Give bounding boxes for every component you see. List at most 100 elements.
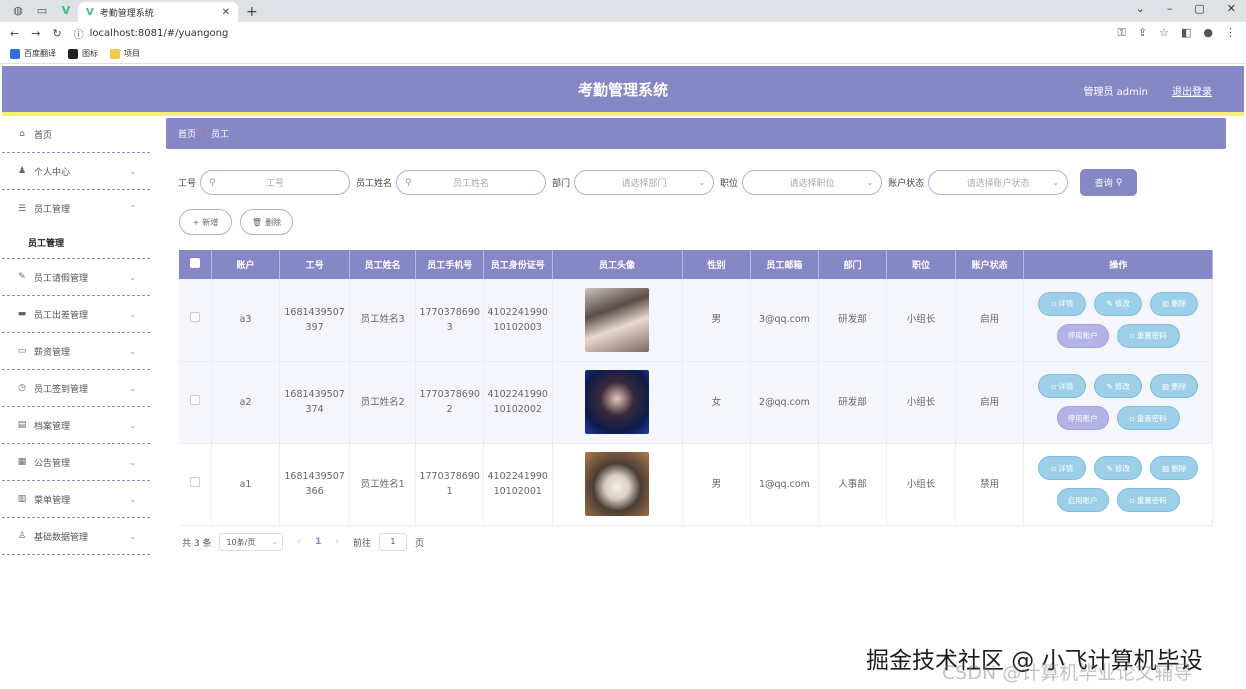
id-cell: 1681439507 374: [279, 361, 350, 444]
idcard-cell: 4102241990 10102001: [483, 443, 553, 526]
page-size-select[interactable]: 10条/页 ⌄: [219, 533, 284, 551]
minimize-button[interactable]: –: [1167, 2, 1173, 15]
sidebar-subitem-employee-manage[interactable]: 员工管理: [2, 227, 150, 259]
toggle-account-button[interactable]: 启用账户: [1056, 488, 1109, 512]
bookmark-project[interactable]: 项目: [110, 48, 140, 59]
leave-icon: ✎: [18, 272, 26, 282]
chevron-down-icon: ⌄: [866, 178, 874, 187]
current-page[interactable]: 1: [315, 537, 321, 547]
globe-icon[interactable]: ◍: [10, 3, 26, 19]
bookmarks-bar: 百度翻译 图标 项目: [0, 44, 1246, 64]
share-icon[interactable]: ⇪: [1138, 26, 1147, 40]
edit-button[interactable]: ✎ 修改: [1094, 456, 1143, 480]
chevron-down-icon: ⌄: [129, 420, 136, 430]
close-tab-icon[interactable]: ✕: [222, 7, 230, 18]
forward-icon[interactable]: →: [31, 27, 40, 40]
person-icon: ♙: [17, 531, 27, 541]
phone-cell: 1770378690 1: [415, 443, 484, 526]
delete-button[interactable]: ▥ 删除: [1150, 291, 1199, 316]
close-window-button[interactable]: ✕: [1227, 2, 1236, 15]
sidebar-item-home[interactable]: ⌂ 首页: [2, 116, 150, 153]
select-all-cell[interactable]: [179, 250, 212, 279]
sidebar-item-salary[interactable]: ▭ 薪资管理 ⌄: [2, 333, 150, 370]
app-header: 考勤管理系统 管理员 admin 退出登录: [2, 66, 1244, 112]
column-header: 账户状态: [955, 250, 1025, 279]
sidebar-item-trip[interactable]: ▬ 员工出差管理 ⌄: [2, 296, 150, 333]
detail-button[interactable]: ▫ 详情: [1038, 374, 1087, 398]
query-button[interactable]: 查询 ⚲: [1080, 169, 1138, 196]
dept-select[interactable]: 请选择部门 ⌄: [574, 170, 715, 195]
sidepanel-icon[interactable]: ◧: [1181, 26, 1191, 40]
vue-icon[interactable]: V: [58, 3, 74, 19]
sidebar-item-basic[interactable]: ♙ 基础数据管理 ⌄: [2, 518, 150, 555]
sidebar-item-leave[interactable]: ✎ 员工请假管理 ⌄: [2, 259, 150, 296]
tab-blank[interactable]: ▭: [34, 3, 50, 19]
delete-button[interactable]: ▥ 删除: [1150, 374, 1199, 398]
edit-button[interactable]: ✎ 修改: [1094, 291, 1143, 316]
prev-page-icon[interactable]: ‹: [297, 537, 301, 547]
search-bar: 工号 ⚲ 工号 员工姓名 ⚲ 员工姓名 部门 请选择部门 ⌄ 职位 请选择职位 ⌄ 账户…: [178, 169, 1138, 196]
sidebar-item-profile[interactable]: ♟ 个人中心 ⌄: [2, 153, 150, 190]
home-icon: ⌂: [19, 129, 25, 139]
status-select[interactable]: 请选择账户状态 ⌄: [928, 170, 1069, 195]
sidebar-item-archive[interactable]: ▤ 档案管理 ⌄: [2, 407, 150, 444]
row-checkbox[interactable]: [189, 394, 200, 405]
sidebar: ⌂ 首页 ♟ 个人中心 ⌄ ☰ 员工管理 ⌃ 员工管理 ✎ 员工请假管理 ⌄ ▬ 员工出差管理 ⌄…: [2, 116, 150, 689]
toggle-account-button[interactable]: 停用账户: [1056, 323, 1109, 348]
toggle-account-button[interactable]: 停用账户: [1056, 406, 1109, 430]
chevron-up-icon: ⌃: [129, 204, 136, 213]
delete-button[interactable]: ▥ 删除: [1150, 456, 1199, 480]
reset-icon: ▫: [1129, 331, 1135, 341]
breadcrumb-home[interactable]: 首页: [178, 127, 196, 140]
profile-icon[interactable]: ●: [1203, 26, 1213, 40]
star-icon[interactable]: ☆: [1159, 26, 1169, 40]
id-label: 工号: [178, 179, 197, 189]
reset-password-button[interactable]: ▫ 重置密码: [1116, 406, 1180, 430]
maximize-button[interactable]: ▢: [1194, 2, 1204, 15]
bookmark-icons[interactable]: 图标: [68, 48, 98, 59]
chevron-down-icon: ⌄: [698, 178, 706, 187]
goto-page-input[interactable]: 1: [378, 533, 407, 551]
folder-icon: [110, 48, 120, 59]
more-icon[interactable]: ⋮: [1225, 26, 1236, 40]
sidebar-item-employees[interactable]: ☰ 员工管理 ⌃: [2, 190, 150, 227]
row-checkbox[interactable]: [189, 476, 200, 487]
browser-tab-active[interactable]: V 考勤管理系统 ✕: [78, 2, 238, 22]
avatar[interactable]: [585, 287, 650, 352]
detail-icon: ▫: [1051, 299, 1057, 309]
ops-cell: ▫ 详情 ✎ 修改 ▥ 删除 停用账户 ▫ 重置密码: [1023, 279, 1213, 362]
batch-delete-button[interactable]: 🗑 删除: [240, 209, 293, 235]
position-cell: 小组长: [886, 361, 956, 444]
notice-icon: ▦: [17, 457, 27, 467]
avatar[interactable]: [585, 452, 650, 516]
next-page-icon[interactable]: ›: [335, 537, 339, 547]
name-search-input[interactable]: ⚲ 员工姓名: [396, 170, 547, 195]
edit-button[interactable]: ✎ 修改: [1094, 374, 1143, 398]
position-label: 职位: [720, 179, 739, 189]
chevron-down-icon: ⌄: [129, 531, 136, 541]
new-tab-button[interactable]: +: [246, 4, 258, 20]
logout-link[interactable]: 退出登录: [1172, 83, 1212, 98]
info-icon[interactable]: ⓘ: [74, 26, 84, 41]
detail-button[interactable]: ▫ 详情: [1038, 456, 1087, 480]
position-select[interactable]: 请选择职位 ⌄: [742, 170, 883, 195]
avatar[interactable]: [585, 370, 650, 434]
sidebar-item-notice[interactable]: ▦ 公告管理 ⌄: [2, 444, 150, 481]
reload-icon[interactable]: ↻: [52, 27, 61, 40]
sidebar-item-signin[interactable]: ◷ 员工签到管理 ⌄: [2, 370, 150, 407]
url-field[interactable]: ⓘ localhost:8081/#/yuangong: [74, 26, 229, 41]
reset-password-button[interactable]: ▫ 重置密码: [1116, 488, 1180, 512]
back-icon[interactable]: ←: [10, 27, 19, 40]
column-header: 工号: [279, 250, 350, 279]
sidebar-item-menu[interactable]: ▥ 菜单管理 ⌄: [2, 481, 150, 518]
key-icon[interactable]: ⚿: [1118, 26, 1126, 40]
bookmark-baidu[interactable]: 百度翻译: [10, 48, 56, 59]
reset-password-button[interactable]: ▫ 重置密码: [1116, 323, 1180, 348]
select-all-checkbox[interactable]: [189, 258, 200, 268]
tab-search-icon[interactable]: ⌄: [1136, 2, 1145, 15]
add-button[interactable]: + 新增: [179, 209, 232, 235]
id-search-input[interactable]: ⚲ 工号: [200, 170, 351, 195]
plus-icon: +: [192, 217, 200, 227]
row-checkbox[interactable]: [189, 312, 200, 323]
detail-button[interactable]: ▫ 详情: [1038, 291, 1087, 316]
